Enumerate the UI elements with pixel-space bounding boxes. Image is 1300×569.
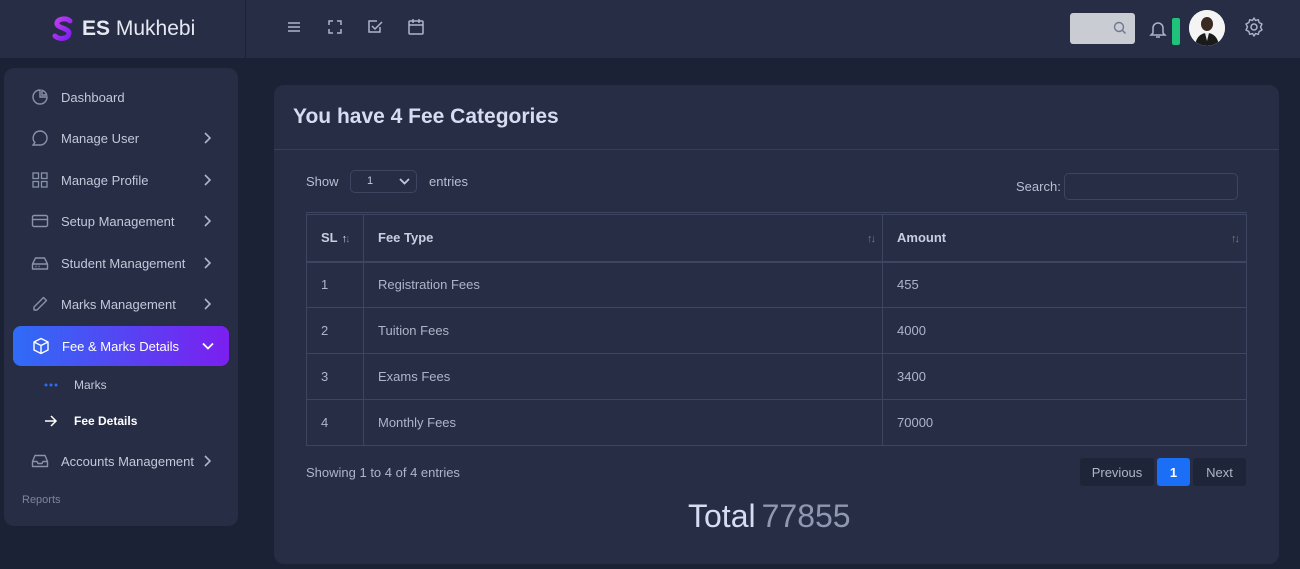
sidebar-item-accounts-management[interactable]: Accounts Management bbox=[12, 441, 228, 481]
sidebar-subitem-label: Fee Details bbox=[74, 414, 138, 428]
column-header-label: SL bbox=[321, 230, 338, 246]
chevron-right-icon bbox=[200, 256, 214, 270]
fee-categories-card: You have 4 Fee Categories Show 1 entries… bbox=[274, 85, 1279, 564]
sidebar-item-marks-management[interactable]: Marks Management bbox=[12, 284, 228, 324]
top-bar: ES Mukhebi bbox=[0, 0, 1300, 58]
sidebar-item-label: Student Management bbox=[61, 255, 186, 271]
sidebar-subitem-marks[interactable]: Marks bbox=[44, 374, 107, 396]
sidebar-subitem-label: Marks bbox=[74, 378, 107, 392]
sidebar-item-fee-marks-details[interactable]: Fee & Marks Details bbox=[13, 326, 229, 366]
avatar[interactable] bbox=[1189, 10, 1225, 46]
chevron-down-icon bbox=[399, 178, 410, 185]
table-row: 4 Monthly Fees 70000 bbox=[306, 399, 1247, 446]
chevron-right-icon bbox=[200, 214, 214, 228]
page-title: You have 4 Fee Categories bbox=[293, 105, 559, 128]
column-header-amount[interactable]: Amount ↑↓ bbox=[882, 212, 1247, 263]
search-icon bbox=[1113, 21, 1126, 34]
sort-asc-icon: ↑↓ bbox=[341, 233, 351, 246]
pagination-page-button[interactable]: 1 bbox=[1157, 458, 1190, 486]
search-label: Search: bbox=[1016, 179, 1061, 194]
fullscreen-icon[interactable] bbox=[325, 17, 345, 37]
arrow-right-icon bbox=[44, 415, 60, 427]
column-header-fee-type[interactable]: Fee Type ↑↓ bbox=[363, 212, 883, 263]
sidebar-item-label: Dashboard bbox=[61, 89, 125, 105]
pagination-next-button[interactable]: Next bbox=[1193, 458, 1246, 486]
pagination-previous-button[interactable]: Previous bbox=[1080, 458, 1154, 486]
cell-amount: 455 bbox=[882, 261, 1247, 308]
bell-icon[interactable] bbox=[1148, 19, 1168, 44]
chevron-right-icon bbox=[200, 297, 214, 311]
fee-table: SL ↑↓ Fee Type ↑↓ Amount ↑↓ 1 Registration … bbox=[306, 212, 1247, 446]
sort-icon: ↑↓ bbox=[1231, 233, 1240, 245]
cell-sl: 2 bbox=[306, 307, 364, 354]
cell-fee-type: Exams Fees bbox=[363, 353, 883, 400]
pie-chart-icon bbox=[31, 88, 49, 106]
sort-icon: ↑↓ bbox=[867, 233, 876, 245]
table-row: 2 Tuition Fees 4000 bbox=[306, 307, 1247, 354]
sidebar: Dashboard Manage User Manage Profile Set… bbox=[4, 68, 238, 526]
inbox-icon bbox=[31, 452, 49, 470]
sidebar-subitem-fee-details[interactable]: Fee Details bbox=[44, 410, 137, 432]
credit-card-icon bbox=[31, 212, 49, 230]
grid-icon bbox=[31, 171, 49, 189]
brand-name: ES Mukhebi bbox=[82, 17, 196, 40]
sidebar-item-manage-profile[interactable]: Manage Profile bbox=[12, 160, 228, 200]
gear-icon[interactable] bbox=[1243, 16, 1265, 43]
cell-sl: 3 bbox=[306, 353, 364, 400]
sidebar-item-label: Setup Management bbox=[61, 213, 175, 229]
total-value: 77855 bbox=[761, 498, 851, 534]
cell-fee-type: Monthly Fees bbox=[363, 399, 883, 446]
chat-bubble-icon bbox=[31, 129, 49, 147]
sidebar-item-dashboard[interactable]: Dashboard bbox=[12, 77, 228, 117]
entries-select-value: 1 bbox=[367, 175, 374, 187]
table-search-input[interactable] bbox=[1064, 173, 1238, 200]
pencil-icon bbox=[31, 295, 49, 313]
sidebar-section-label: Reports bbox=[22, 494, 61, 506]
cell-amount: 4000 bbox=[882, 307, 1247, 354]
table-row: 1 Registration Fees 455 bbox=[306, 261, 1247, 308]
chevron-down-icon bbox=[201, 339, 215, 353]
calendar-icon[interactable] bbox=[406, 17, 426, 37]
cell-sl: 4 bbox=[306, 399, 364, 446]
cell-amount: 3400 bbox=[882, 353, 1247, 400]
column-header-label: Fee Type bbox=[378, 230, 434, 246]
column-header-sl[interactable]: SL ↑↓ bbox=[306, 212, 364, 263]
top-search-input[interactable] bbox=[1070, 13, 1135, 44]
sidebar-item-label: Manage Profile bbox=[61, 172, 149, 188]
cell-fee-type: Tuition Fees bbox=[363, 307, 883, 354]
package-icon bbox=[32, 337, 50, 355]
brand-logo-icon bbox=[52, 16, 73, 41]
entries-label: entries bbox=[429, 174, 469, 189]
sidebar-item-label: Fee & Marks Details bbox=[62, 338, 180, 354]
table-row: 3 Exams Fees 3400 bbox=[306, 353, 1247, 400]
sidebar-item-student-management[interactable]: Student Management bbox=[12, 243, 228, 283]
sidebar-item-label: Marks Management bbox=[61, 296, 176, 312]
total-summary: Total 77855 bbox=[688, 498, 851, 535]
sidebar-item-manage-user[interactable]: Manage User bbox=[12, 118, 228, 158]
sidebar-item-label: Accounts Management bbox=[61, 453, 194, 469]
notification-badge bbox=[1172, 18, 1180, 45]
total-label: Total bbox=[688, 498, 756, 534]
checkbox-icon[interactable] bbox=[365, 17, 385, 37]
chevron-right-icon bbox=[200, 454, 214, 468]
dots-icon bbox=[44, 383, 60, 387]
brand[interactable]: ES Mukhebi bbox=[0, 0, 246, 58]
show-label: Show bbox=[306, 174, 339, 189]
menu-icon[interactable] bbox=[284, 17, 304, 37]
sidebar-item-setup-management[interactable]: Setup Management bbox=[12, 201, 228, 241]
chevron-right-icon bbox=[200, 173, 214, 187]
sidebar-item-label: Manage User bbox=[61, 130, 140, 146]
table-info: Showing 1 to 4 of 4 entries bbox=[306, 465, 460, 480]
divider bbox=[274, 149, 1279, 150]
cell-fee-type: Registration Fees bbox=[363, 261, 883, 308]
hard-drive-icon bbox=[31, 254, 49, 272]
chevron-right-icon bbox=[200, 131, 214, 145]
cell-sl: 1 bbox=[306, 261, 364, 308]
entries-select[interactable]: 1 bbox=[350, 170, 417, 193]
cell-amount: 70000 bbox=[882, 399, 1247, 446]
column-header-label: Amount bbox=[897, 230, 947, 246]
